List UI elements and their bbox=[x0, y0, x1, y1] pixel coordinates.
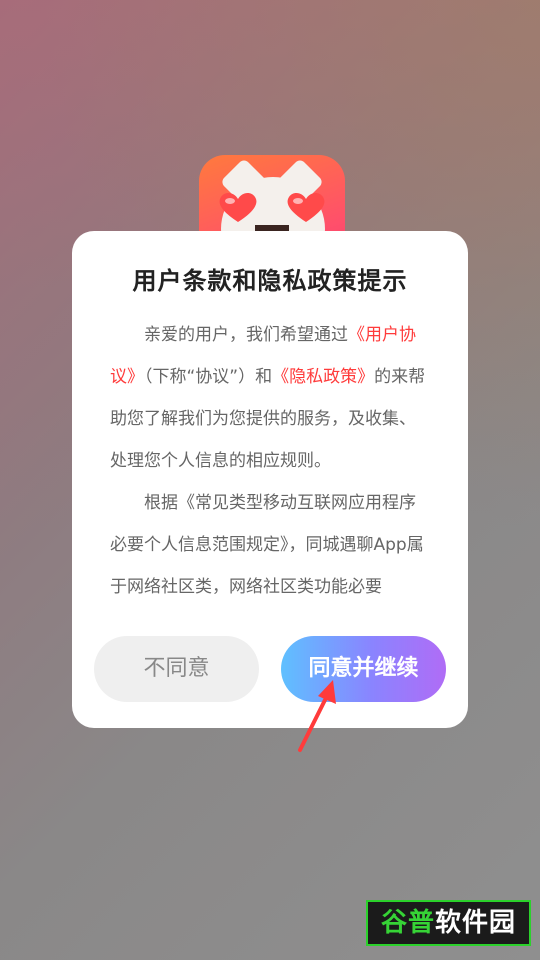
paragraph-text-before: 亲爱的用户，我们希望通过 bbox=[144, 325, 348, 345]
heart-eye-right-icon bbox=[287, 193, 325, 222]
watermark-logo: 谷普软件园 bbox=[366, 900, 531, 946]
dialog-title: 用户条款和隐私政策提示 bbox=[132, 267, 408, 295]
paragraph-regulation: 根据《常见类型移动互联网应用程序必要个人信息范围规定》，同城遇聊App属于网络社… bbox=[110, 493, 424, 597]
privacy-dialog: 用户条款和隐私政策提示 亲爱的用户，我们希望通过《用户协议》（下称“协议”）和《… bbox=[72, 231, 468, 728]
paragraph-terms: 亲爱的用户，我们希望通过《用户协议》（下称“协议”）和《隐私政策》的来帮助您了解… bbox=[110, 314, 432, 482]
dialog-body[interactable]: 亲爱的用户，我们希望通过《用户协议》（下称“协议”）和《隐私政策》的来帮助您了解… bbox=[110, 314, 432, 599]
privacy-policy-link[interactable]: 《隐私政策》 bbox=[272, 367, 374, 387]
watermark-brand-part1: 谷普 bbox=[380, 908, 435, 938]
watermark-brand-part2: 软件园 bbox=[435, 908, 517, 938]
decline-button[interactable]: 不同意 bbox=[94, 636, 259, 702]
heart-eye-left-icon bbox=[219, 193, 257, 222]
pointer-arrow-icon bbox=[298, 680, 336, 752]
paragraph-text-middle: （下称“协议”）和 bbox=[144, 367, 273, 387]
